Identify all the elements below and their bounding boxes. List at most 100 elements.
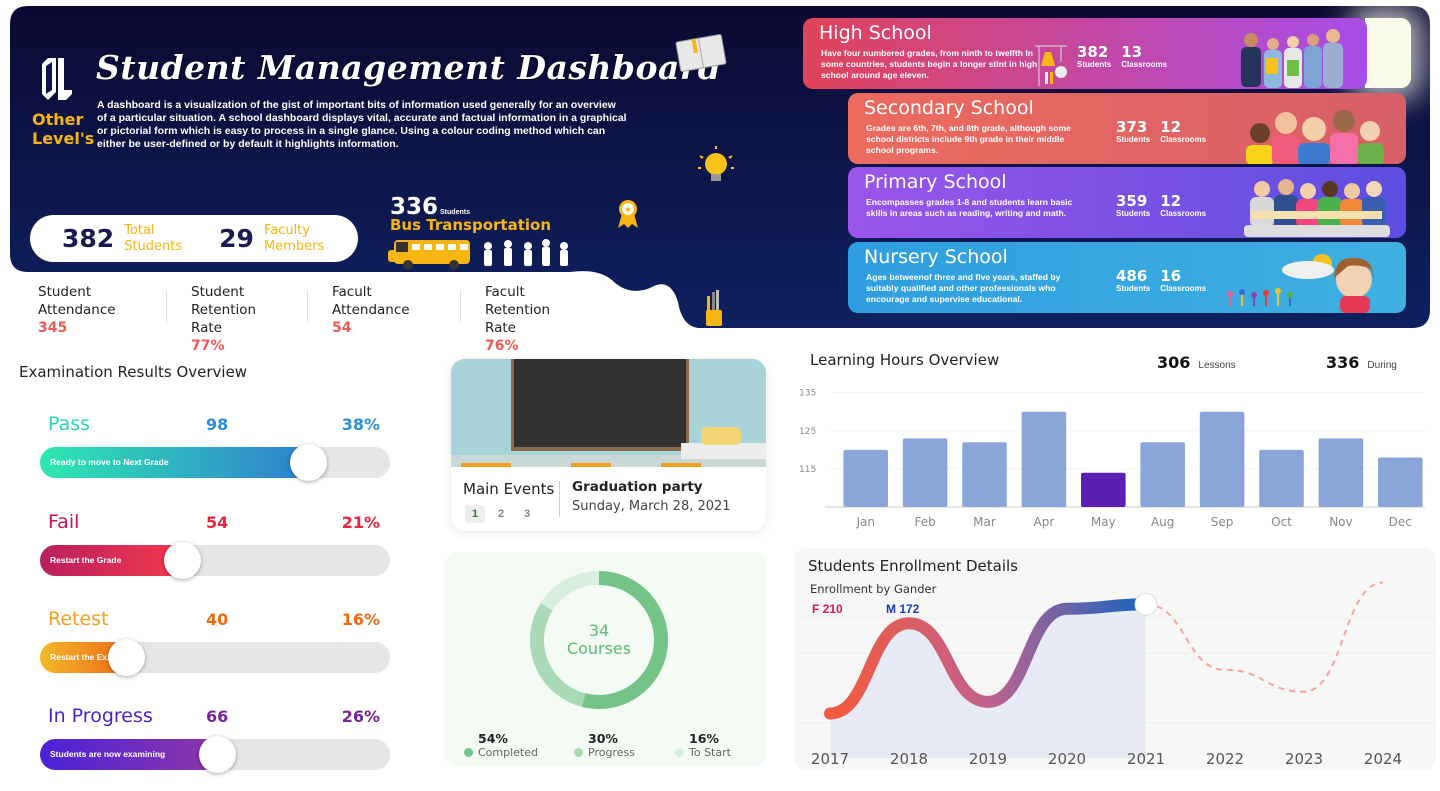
events-page-1[interactable]: 1: [465, 505, 485, 523]
exam-status-name: Retest: [48, 608, 109, 630]
x-tick-label: Sep: [1211, 515, 1234, 529]
legend-percent: 16%: [689, 731, 719, 746]
learning-hours-bar-chart: 115 125 135 Jan Feb Mar Apr May Aug Sep Oct Nov Dec: [799, 389, 1425, 529]
classrooms-count: 12: [1160, 118, 1182, 136]
exam-status-count: 98: [206, 415, 229, 434]
kpi-divider: [460, 291, 461, 323]
bar-apr[interactable]: [1021, 411, 1067, 507]
x-tick-label: Nov: [1329, 515, 1352, 529]
legend-item-to-start: 16% To Start: [675, 731, 731, 759]
exam-progress-knob[interactable]: [289, 444, 327, 481]
school-card-primary-school[interactable]: Primary School Encompasses grades 1-8 an…: [848, 167, 1406, 238]
school-card-high-school[interactable]: High School Have four numbered grades, f…: [803, 18, 1367, 89]
courses-count: 34: [588, 621, 610, 640]
female-count: F 210: [812, 602, 843, 616]
exam-results-title: Examination Results Overview: [19, 363, 248, 381]
enrollment-forecast-line: [1145, 581, 1384, 693]
exam-progress-track: Restart the Grade: [40, 542, 390, 579]
school-name: Primary School: [864, 171, 1007, 193]
exam-progress-knob[interactable]: [163, 542, 201, 579]
school-description: Encompasses grades 1-8 and students lear…: [866, 197, 1073, 218]
x-tick-label: 2019: [969, 750, 1007, 768]
exam-status-name: Pass: [48, 413, 91, 435]
dashboard: Other Level's Student Management Dashboa…: [0, 0, 1440, 791]
kpi-label-1: Facult: [332, 284, 372, 300]
total-students-label-1: Total: [124, 222, 155, 238]
bar-oct[interactable]: [1259, 449, 1304, 507]
bar-nov[interactable]: [1318, 438, 1364, 507]
kpi-faculty-retention: Facult Retention Rate 76%: [485, 283, 605, 355]
x-tick-label: Feb: [914, 515, 935, 529]
school-stats: 359 Students 12 Classrooms: [1116, 193, 1206, 218]
school-stats: 373 Students 12 Classrooms: [1116, 119, 1206, 144]
bar-jan[interactable]: [843, 449, 888, 507]
exam-status-count: 54: [206, 513, 229, 532]
bus-transportation: 336 Students Bus Transportation: [390, 194, 551, 234]
faculty-members-label-2: Members: [263, 238, 325, 254]
legend-dot-icon: [574, 748, 583, 757]
exam-status-count: 40: [206, 610, 229, 629]
exam-status-count: 66: [206, 707, 229, 726]
school-stats: 382 Students 13 Classrooms: [1077, 44, 1167, 69]
classrooms-label: Classrooms: [1121, 60, 1168, 69]
exam-progress-track: Restart the Exams: [40, 639, 390, 676]
events-page-3[interactable]: 3: [517, 505, 537, 523]
legend-label: Progress: [588, 746, 635, 759]
kpi-value: 77%: [191, 338, 225, 354]
brand-logo: Other Level's: [32, 54, 94, 148]
legend-item-completed: 54% Completed: [464, 731, 538, 759]
legend-dot-icon: [464, 748, 473, 757]
exam-progress-knob[interactable]: [107, 639, 145, 676]
school-name: High School: [819, 22, 932, 44]
enrollment-subtitle: Enrollment by Gander: [810, 582, 937, 596]
total-students-value: 382: [62, 224, 115, 253]
bar-aug[interactable]: [1140, 442, 1185, 507]
x-tick-label: Aug: [1151, 515, 1174, 529]
school-description: Ages betweenof three and five years, sta…: [866, 272, 1061, 304]
kpi-label-2: Retention Rate: [191, 302, 257, 336]
bar-feb[interactable]: [902, 438, 948, 507]
classrooms-label: Classrooms: [1160, 284, 1207, 293]
bar-dec[interactable]: [1378, 457, 1423, 507]
bar-mar[interactable]: [962, 442, 1007, 507]
students-count: 382: [1077, 43, 1109, 61]
courses-card: 34 Courses 54% Completed 30% Progress 16% …: [444, 552, 767, 767]
event-name: Graduation party: [572, 479, 703, 495]
x-tick-label: 2023: [1285, 750, 1323, 768]
faculty-members: 29 Faculty Members: [219, 223, 324, 255]
enrollment-current-point[interactable]: [1134, 592, 1158, 616]
lessons-label: Lessons: [1198, 360, 1236, 371]
bar-may[interactable]: [1081, 472, 1126, 507]
school-card-nursery-school[interactable]: Nursery School Ages betweenof three and …: [848, 242, 1406, 313]
school-card-secondary-school[interactable]: Secondary School Grades are 6th, 7th, an…: [848, 93, 1406, 164]
classrooms-count: 12: [1160, 192, 1182, 210]
kpi-student-retention: Student Retention Rate 77%: [191, 283, 291, 355]
kpi-value: 54: [332, 320, 352, 336]
exam-status-percent: 16%: [341, 610, 380, 629]
y-tick-label: 135: [799, 389, 816, 399]
x-tick-label: Oct: [1271, 515, 1292, 529]
exam-progress-knob[interactable]: [198, 736, 236, 773]
kpi-label-2: Retention Rate: [485, 302, 551, 336]
x-tick-label: 2022: [1206, 750, 1244, 768]
school-bus-icon: [388, 239, 568, 270]
students-label: Students: [1116, 135, 1151, 144]
legend-dot-icon: [675, 748, 684, 757]
legend-percent: 30%: [588, 731, 618, 746]
enrollment-card: 2017 2018 2019 2020 2021 2022 2023 2024 Student…: [794, 548, 1436, 770]
male-count: M 172: [886, 602, 920, 616]
legend-item-progress: 30% Progress: [574, 731, 635, 759]
logo-mark-icon: [42, 58, 72, 100]
events-pager: 1 2 3: [465, 505, 537, 523]
y-tick-label: 125: [799, 427, 816, 437]
students-label: Students: [1116, 284, 1151, 293]
students-label: Students: [1077, 60, 1112, 69]
x-tick-label: Jan: [855, 515, 875, 529]
bar-sep[interactable]: [1199, 411, 1245, 507]
donut-segment-to-start: [540, 571, 600, 611]
kpi-label-2: Attendance: [332, 302, 410, 318]
events-page-2[interactable]: 2: [491, 505, 511, 523]
x-tick-label: 2021: [1127, 750, 1165, 768]
kpi-divider: [307, 291, 308, 323]
lessons-stat: 306 Lessons: [1157, 353, 1236, 372]
